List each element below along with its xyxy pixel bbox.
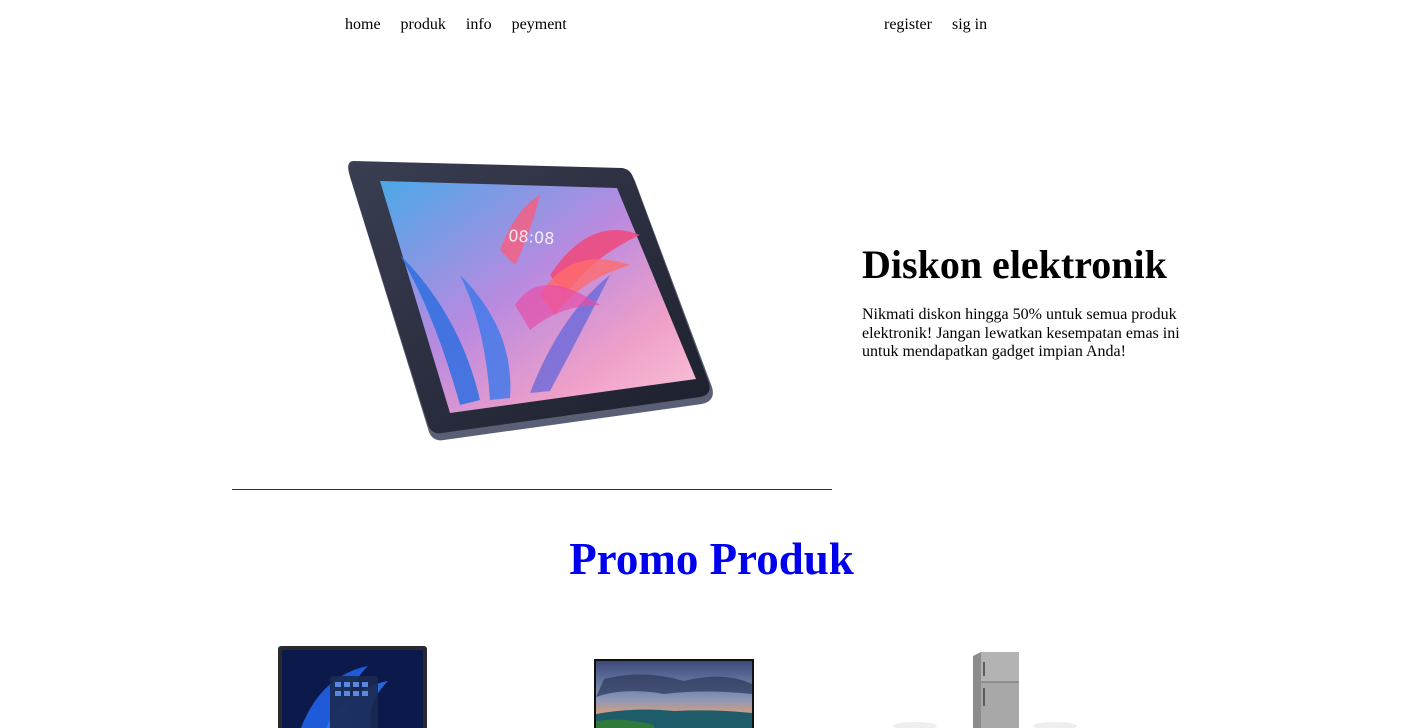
tablet-image: 08:08 <box>340 155 725 450</box>
hero-description: Nikmati diskon hingga 50% untuk semua pr… <box>862 306 1180 360</box>
tv-image[interactable] <box>594 659 754 728</box>
page: home produk info peyment register sig in <box>0 0 1423 728</box>
account-nav: register sig in <box>884 16 987 34</box>
nav-payment-link[interactable]: peyment <box>512 16 567 34</box>
refrigerator-image[interactable] <box>885 650 1085 728</box>
sign-in-link[interactable]: sig in <box>952 16 987 34</box>
nav-produk-link[interactable]: produk <box>401 16 446 34</box>
screen-clock-text: 08:08 <box>508 226 555 248</box>
promo-section-title: Promo Produk <box>569 534 854 584</box>
horizontal-divider <box>232 489 832 490</box>
hero-text: Diskon elektronik Nikmati diskon hingga … <box>862 242 1192 362</box>
register-link[interactable]: register <box>884 16 932 34</box>
nav-home-link[interactable]: home <box>345 16 381 34</box>
hero-title: Diskon elektronik <box>862 242 1167 287</box>
main-nav: home produk info peyment <box>345 16 567 34</box>
nav-info-link[interactable]: info <box>466 16 492 34</box>
laptop-image[interactable] <box>278 646 427 728</box>
